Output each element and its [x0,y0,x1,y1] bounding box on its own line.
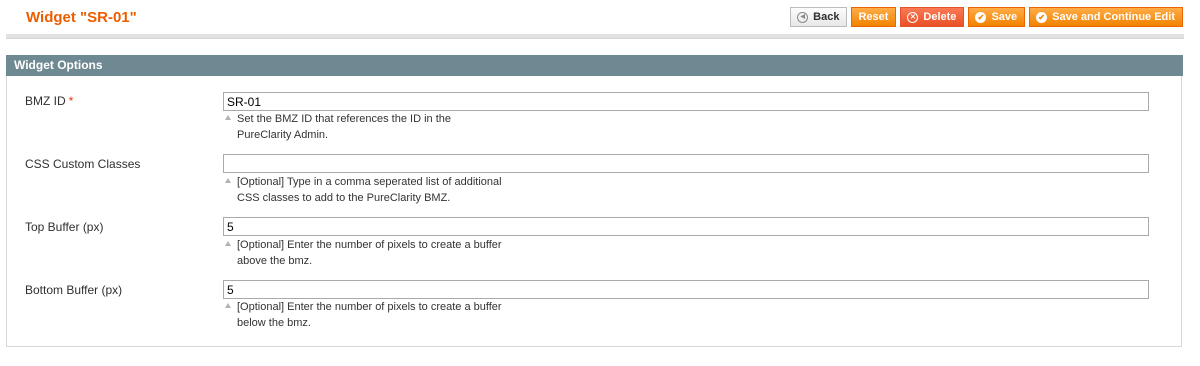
bmz-id-label-text: BMZ ID [25,94,66,108]
bottom-buffer-input[interactable] [223,280,1149,299]
css-classes-input[interactable] [223,154,1149,173]
top-buffer-input[interactable] [223,217,1149,236]
css-classes-label: CSS Custom Classes [25,157,141,171]
page: Widget "SR-01" ◀ Back Reset ✕ Delete ✔ S… [0,0,1200,366]
bottom-buffer-note-line2: below the bmz. [237,317,311,329]
caret-up-icon [225,303,231,308]
page-header: Widget "SR-01" ◀ Back Reset ✕ Delete ✔ S… [0,0,1200,39]
check-circle-icon: ✔ [1036,11,1048,23]
bmz-id-note-line2: PureClarity Admin. [237,129,329,141]
css-classes-note-line1: [Optional] Type in a comma seperated lis… [237,176,502,188]
top-buffer-label: Top Buffer (px) [25,220,104,234]
back-button-label: Back [813,11,840,23]
page-title: Widget "SR-01" [26,9,137,26]
bottom-buffer-note-line1: [Optional] Enter the number of pixels to… [237,301,502,313]
reset-button[interactable]: Reset [851,7,897,27]
check-circle-icon: ✔ [975,11,987,23]
caret-up-icon [225,115,231,120]
bmz-id-note-line1: Set the BMZ ID that references the ID in… [237,113,451,125]
bmz-id-note: Set the BMZ ID that references the ID in… [225,111,525,143]
panel-header: Widget Options [6,55,1183,76]
save-and-continue-button[interactable]: ✔ Save and Continue Edit [1029,7,1183,27]
panel-title: Widget Options [14,58,103,72]
bottom-buffer-note: [Optional] Enter the number of pixels to… [225,299,525,331]
delete-button-label: Delete [923,11,957,23]
required-mark: * [68,94,74,108]
save-button-label: Save [991,11,1018,23]
save-button[interactable]: ✔ Save [968,7,1026,27]
top-buffer-note-line1: [Optional] Enter the number of pixels to… [237,239,502,251]
css-classes-note: [Optional] Type in a comma seperated lis… [225,174,525,206]
bmz-id-input[interactable] [223,92,1149,111]
css-classes-note-line2: CSS classes to add to the PureClarity BM… [237,192,451,204]
x-circle-icon: ✕ [907,11,919,23]
top-buffer-note: [Optional] Enter the number of pixels to… [225,237,525,269]
header-divider [6,34,1184,39]
bmz-id-label: BMZ ID * [25,94,73,108]
arrow-left-circle-icon: ◀ [797,11,809,23]
caret-up-icon [225,241,231,246]
bottom-buffer-label: Bottom Buffer (px) [25,283,123,297]
delete-button[interactable]: ✕ Delete [900,7,965,27]
save-and-continue-button-label: Save and Continue Edit [1052,11,1175,23]
top-buffer-note-line2: above the bmz. [237,255,313,267]
caret-up-icon [225,178,231,183]
action-buttons: ◀ Back Reset ✕ Delete ✔ Save ✔ Save and … [790,7,1183,29]
reset-button-label: Reset [858,11,889,23]
back-button[interactable]: ◀ Back [790,7,848,27]
